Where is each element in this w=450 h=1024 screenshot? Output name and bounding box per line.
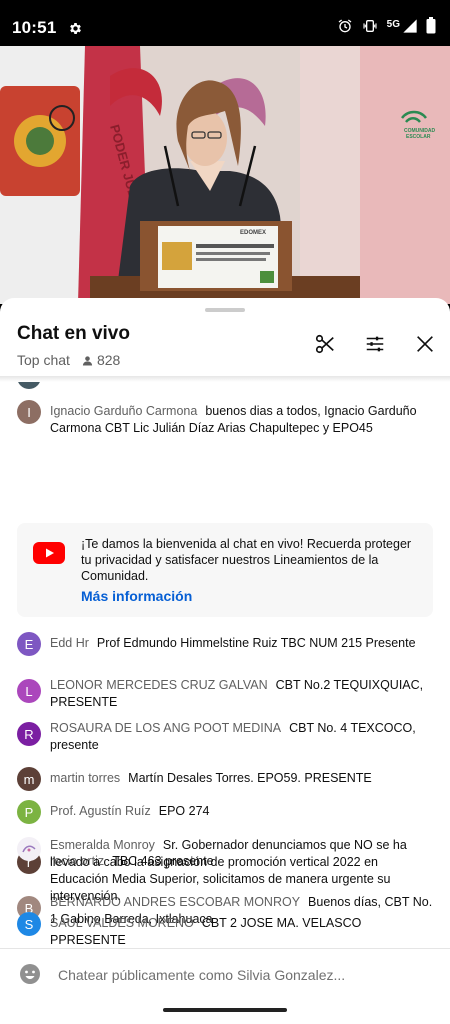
youtube-logo-icon: [33, 542, 65, 569]
welcome-text: ¡Te damos la bienvenida al chat en vivo!…: [81, 537, 412, 583]
person-icon: [82, 355, 93, 366]
svg-text:EDOMEX: EDOMEX: [240, 230, 266, 236]
chat-mode-selector[interactable]: Top chat 828: [17, 352, 120, 368]
network-type: 5G: [386, 18, 400, 30]
message-author: Esmeralda Monroy: [50, 838, 155, 852]
message-text: EPO 274: [158, 804, 210, 818]
message-author: LEONOR MERCEDES CRUZ GALVAN: [50, 678, 268, 692]
home-indicator[interactable]: [163, 1008, 287, 1012]
status-time: 10:51: [12, 18, 57, 37]
chat-message[interactable]: P Prof. Agustín Ruíz EPO 274: [17, 800, 437, 824]
chat-message[interactable]: I Ignacio Garduño Carmona buenos dias a t…: [17, 400, 437, 437]
message-author: martin torres: [50, 771, 121, 785]
signal-icon: [402, 18, 418, 39]
more-info-link[interactable]: Más información: [81, 588, 192, 604]
message-text: Martín Desales Torres. EPO59. PRESENTE: [128, 771, 372, 785]
avatar: L: [17, 679, 41, 703]
message-author: ROSAURA DE LOS ANG POOT MEDINA: [50, 721, 282, 735]
avatar-logo-icon: [22, 845, 36, 853]
alarm-icon: [337, 18, 353, 39]
filter-sliders-icon[interactable]: [361, 330, 389, 358]
avatar: I: [17, 400, 41, 424]
chat-message[interactable]: S SAUL VALDES MORENO CBT 2 JOSE MA. VELAS…: [17, 912, 437, 949]
avatar: [17, 382, 41, 389]
close-icon[interactable]: [411, 330, 439, 358]
chat-title: Chat en vivo: [17, 323, 130, 344]
avatar: [17, 837, 41, 861]
chat-message[interactable]: E Edd Hr Prof Edmundo Himmelstine Ruiz TB…: [17, 632, 437, 656]
avatar: R: [17, 722, 41, 746]
chat-header: Chat en vivo Top chat 828: [0, 316, 450, 378]
avatar: m: [17, 767, 41, 791]
avatar: S: [17, 912, 41, 936]
message-text: Prof Edmundo Himmelstine Ruiz TBC NUM 21…: [96, 636, 416, 650]
drag-handle[interactable]: [205, 308, 245, 312]
settings-gear-icon: [68, 21, 83, 36]
scissors-icon[interactable]: [311, 330, 339, 358]
chat-input[interactable]: [58, 964, 428, 986]
chat-input-bar: [0, 948, 450, 1002]
message-author: Edd Hr: [50, 636, 89, 650]
avatar: P: [17, 800, 41, 824]
chat-message[interactable]: m martin torres Martín Desales Torres. EP…: [17, 767, 437, 791]
vibrate-icon: [361, 18, 379, 39]
avatar: E: [17, 632, 41, 656]
svg-text:ESCOLAR: ESCOLAR: [406, 134, 431, 140]
viewer-count: 828: [82, 352, 120, 368]
chat-message[interactable]: R ROSAURA DE LOS ANG POOT MEDINA CBT No. …: [17, 717, 437, 754]
chat-mode-label: Top chat: [17, 352, 70, 368]
chat-message[interactable]: L LEONOR MERCEDES CRUZ GALVAN CBT No.2 TE…: [17, 674, 437, 711]
emoji-icon[interactable]: [18, 962, 42, 991]
video-player[interactable]: PODER JUDICIAL EDOMEX COMUNIDAD ESCOLAR: [0, 46, 450, 304]
chat-message[interactable]: Esmeralda Monroy Sr. Gobernador denunciam…: [17, 834, 437, 905]
battery-icon: [426, 17, 436, 39]
message-author: Ignacio Garduño Carmona: [50, 404, 198, 418]
viewer-count-value: 828: [96, 352, 121, 368]
message-author: Prof. Agustín Ruíz: [50, 804, 151, 818]
welcome-notice: ¡Te damos la bienvenida al chat en vivo!…: [17, 523, 433, 617]
message-author: SAUL VALDES MORENO: [50, 916, 194, 930]
